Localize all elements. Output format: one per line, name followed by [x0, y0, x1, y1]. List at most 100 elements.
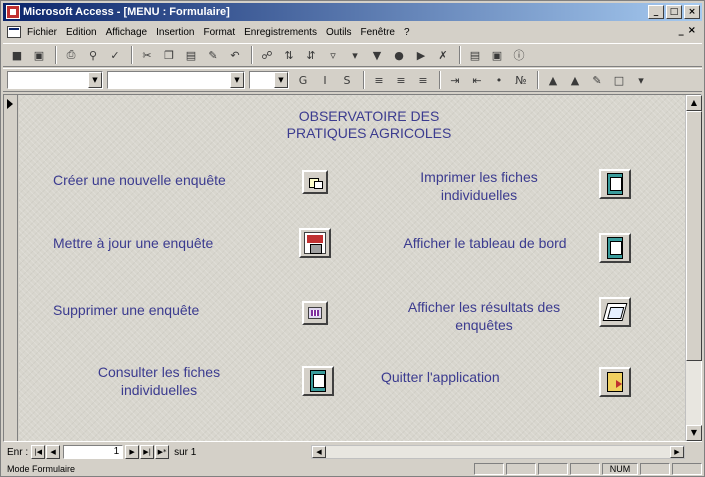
- toolbar-options-icon[interactable]: ▾: [631, 71, 651, 89]
- line-color-icon[interactable]: ✎: [587, 71, 607, 89]
- previous-record-icon[interactable]: ◀: [46, 445, 61, 459]
- font-name-combo[interactable]: ▼: [107, 71, 245, 89]
- delete-survey-button[interactable]: [302, 301, 328, 325]
- form-title-line2: PRATIQUES AGRICOLES: [286, 125, 452, 141]
- format-painter-icon[interactable]: ✎: [203, 46, 223, 64]
- delete-survey-icon: [308, 307, 322, 319]
- bullets-icon[interactable]: •: [489, 71, 509, 89]
- copy-icon[interactable]: ❐: [159, 46, 179, 64]
- chevron-down-icon[interactable]: ▼: [230, 72, 244, 88]
- document-minimize-button[interactable]: _: [679, 25, 684, 36]
- paste-icon[interactable]: ▤: [181, 46, 201, 64]
- minimize-button[interactable]: _: [648, 5, 664, 19]
- object-combo[interactable]: ▼: [7, 71, 103, 89]
- align-center-icon[interactable]: ≡: [391, 71, 411, 89]
- spelling-icon[interactable]: ✓: [105, 46, 125, 64]
- numbering-icon[interactable]: №: [511, 71, 531, 89]
- horizontal-scrollbar[interactable]: ◀ ▶: [311, 445, 685, 459]
- apply-filter-icon[interactable]: ▼: [367, 46, 387, 64]
- scroll-thumb[interactable]: [686, 111, 702, 361]
- dashboard-label: Afficher le tableau de bord: [403, 235, 567, 251]
- undo-icon[interactable]: ↶: [225, 46, 245, 64]
- outdent-icon[interactable]: ⇤: [467, 71, 487, 89]
- exit-door-icon: [607, 372, 623, 392]
- align-left-icon[interactable]: ≡: [369, 71, 389, 89]
- sort-descending-icon[interactable]: ⇵: [301, 46, 321, 64]
- new-record-nav-icon[interactable]: ▶*: [155, 445, 170, 459]
- quit-button[interactable]: [599, 367, 631, 397]
- scroll-up-icon[interactable]: ▲: [686, 95, 702, 111]
- title-bar[interactable]: Microsoft Access - [MENU : Formulaire] _…: [3, 3, 702, 21]
- sort-ascending-icon[interactable]: ⇅: [279, 46, 299, 64]
- quit-label: Quitter l'application: [381, 369, 500, 385]
- help-icon[interactable]: ⓘ: [509, 46, 529, 64]
- document-close-button[interactable]: ×: [688, 25, 696, 36]
- form-area: OBSERVATOIRE DES PRATIQUES AGRICOLES Cré…: [3, 94, 702, 442]
- menu-edition[interactable]: Edition: [66, 27, 97, 38]
- status-num-indicator: NUM: [602, 463, 638, 475]
- print-icon[interactable]: ⎙: [61, 46, 81, 64]
- status-bar: Mode Formulaire NUM: [3, 462, 702, 476]
- status-panel-empty: [538, 463, 568, 475]
- delete-record-icon[interactable]: ✗: [433, 46, 453, 64]
- underline-button[interactable]: S: [337, 71, 357, 89]
- font-color-icon[interactable]: ▲: [565, 71, 585, 89]
- border-icon[interactable]: □: [609, 71, 629, 89]
- current-record-field[interactable]: 1: [63, 445, 124, 459]
- align-right-icon[interactable]: ≡: [413, 71, 433, 89]
- create-survey-button[interactable]: [302, 170, 328, 194]
- close-button[interactable]: ×: [684, 5, 700, 19]
- toolbar-separator: [537, 71, 539, 89]
- toolbar-separator: [439, 71, 441, 89]
- italic-button[interactable]: I: [315, 71, 335, 89]
- new-record-icon[interactable]: ▶: [411, 46, 431, 64]
- menu-insertion[interactable]: Insertion: [156, 27, 194, 38]
- find-icon[interactable]: ●: [389, 46, 409, 64]
- insert-hyperlink-icon[interactable]: ☍: [257, 46, 277, 64]
- menu-fenetre[interactable]: Fenêtre: [361, 27, 395, 38]
- menu-fichier[interactable]: Fichier: [27, 27, 57, 38]
- form-title-line1: OBSERVATOIRE DES: [298, 108, 440, 124]
- cut-icon[interactable]: ✂: [137, 46, 157, 64]
- print-preview-icon[interactable]: ⚲: [83, 46, 103, 64]
- save-icon[interactable]: ▣: [29, 46, 49, 64]
- dashboard-button[interactable]: [599, 233, 631, 263]
- font-size-combo[interactable]: ▼: [249, 71, 289, 89]
- new-survey-icon: [308, 176, 323, 189]
- next-record-icon[interactable]: ▶: [125, 445, 140, 459]
- indent-icon[interactable]: ⇥: [445, 71, 465, 89]
- new-object-icon[interactable]: ▣: [487, 46, 507, 64]
- maximize-button[interactable]: □: [666, 5, 682, 19]
- results-button[interactable]: [599, 297, 631, 327]
- first-record-icon[interactable]: |◀: [31, 445, 46, 459]
- fill-color-icon[interactable]: ▲: [543, 71, 563, 89]
- record-navigation-bar: Enr : |◀ ◀ 1 ▶ ▶| ▶* sur 1 ◀ ▶: [3, 443, 702, 461]
- database-window-icon[interactable]: ▤: [465, 46, 485, 64]
- last-record-icon[interactable]: ▶|: [140, 445, 155, 459]
- menu-outils[interactable]: Outils: [326, 27, 352, 38]
- form-document-icon[interactable]: [7, 26, 21, 38]
- menu-help[interactable]: ?: [404, 27, 410, 38]
- menu-format[interactable]: Format: [203, 27, 235, 38]
- scroll-left-icon[interactable]: ◀: [312, 446, 326, 458]
- view-forms-button[interactable]: [302, 366, 334, 396]
- menu-affichage[interactable]: Affichage: [106, 27, 148, 38]
- view-icon[interactable]: ■: [7, 46, 27, 64]
- filter-by-selection-icon[interactable]: ▿: [323, 46, 343, 64]
- chevron-down-icon[interactable]: ▼: [274, 72, 288, 88]
- record-selector[interactable]: [4, 95, 18, 441]
- scroll-down-icon[interactable]: ▼: [686, 425, 702, 441]
- chevron-down-icon[interactable]: ▼: [88, 72, 102, 88]
- print-forms-button[interactable]: [599, 169, 631, 199]
- vertical-scrollbar[interactable]: ▲ ▼: [685, 95, 702, 441]
- bold-button[interactable]: G: [293, 71, 313, 89]
- scroll-right-icon[interactable]: ▶: [670, 446, 684, 458]
- form-icon: [607, 237, 623, 259]
- record-label: Enr :: [7, 446, 29, 458]
- window-controls: _ □ ×: [648, 5, 700, 19]
- update-survey-button[interactable]: [299, 228, 331, 258]
- filter-by-form-icon[interactable]: ▾: [345, 46, 365, 64]
- menu-enregistrements[interactable]: Enregistrements: [244, 27, 317, 38]
- status-panel-empty: [640, 463, 670, 475]
- access-app-icon[interactable]: [6, 5, 20, 19]
